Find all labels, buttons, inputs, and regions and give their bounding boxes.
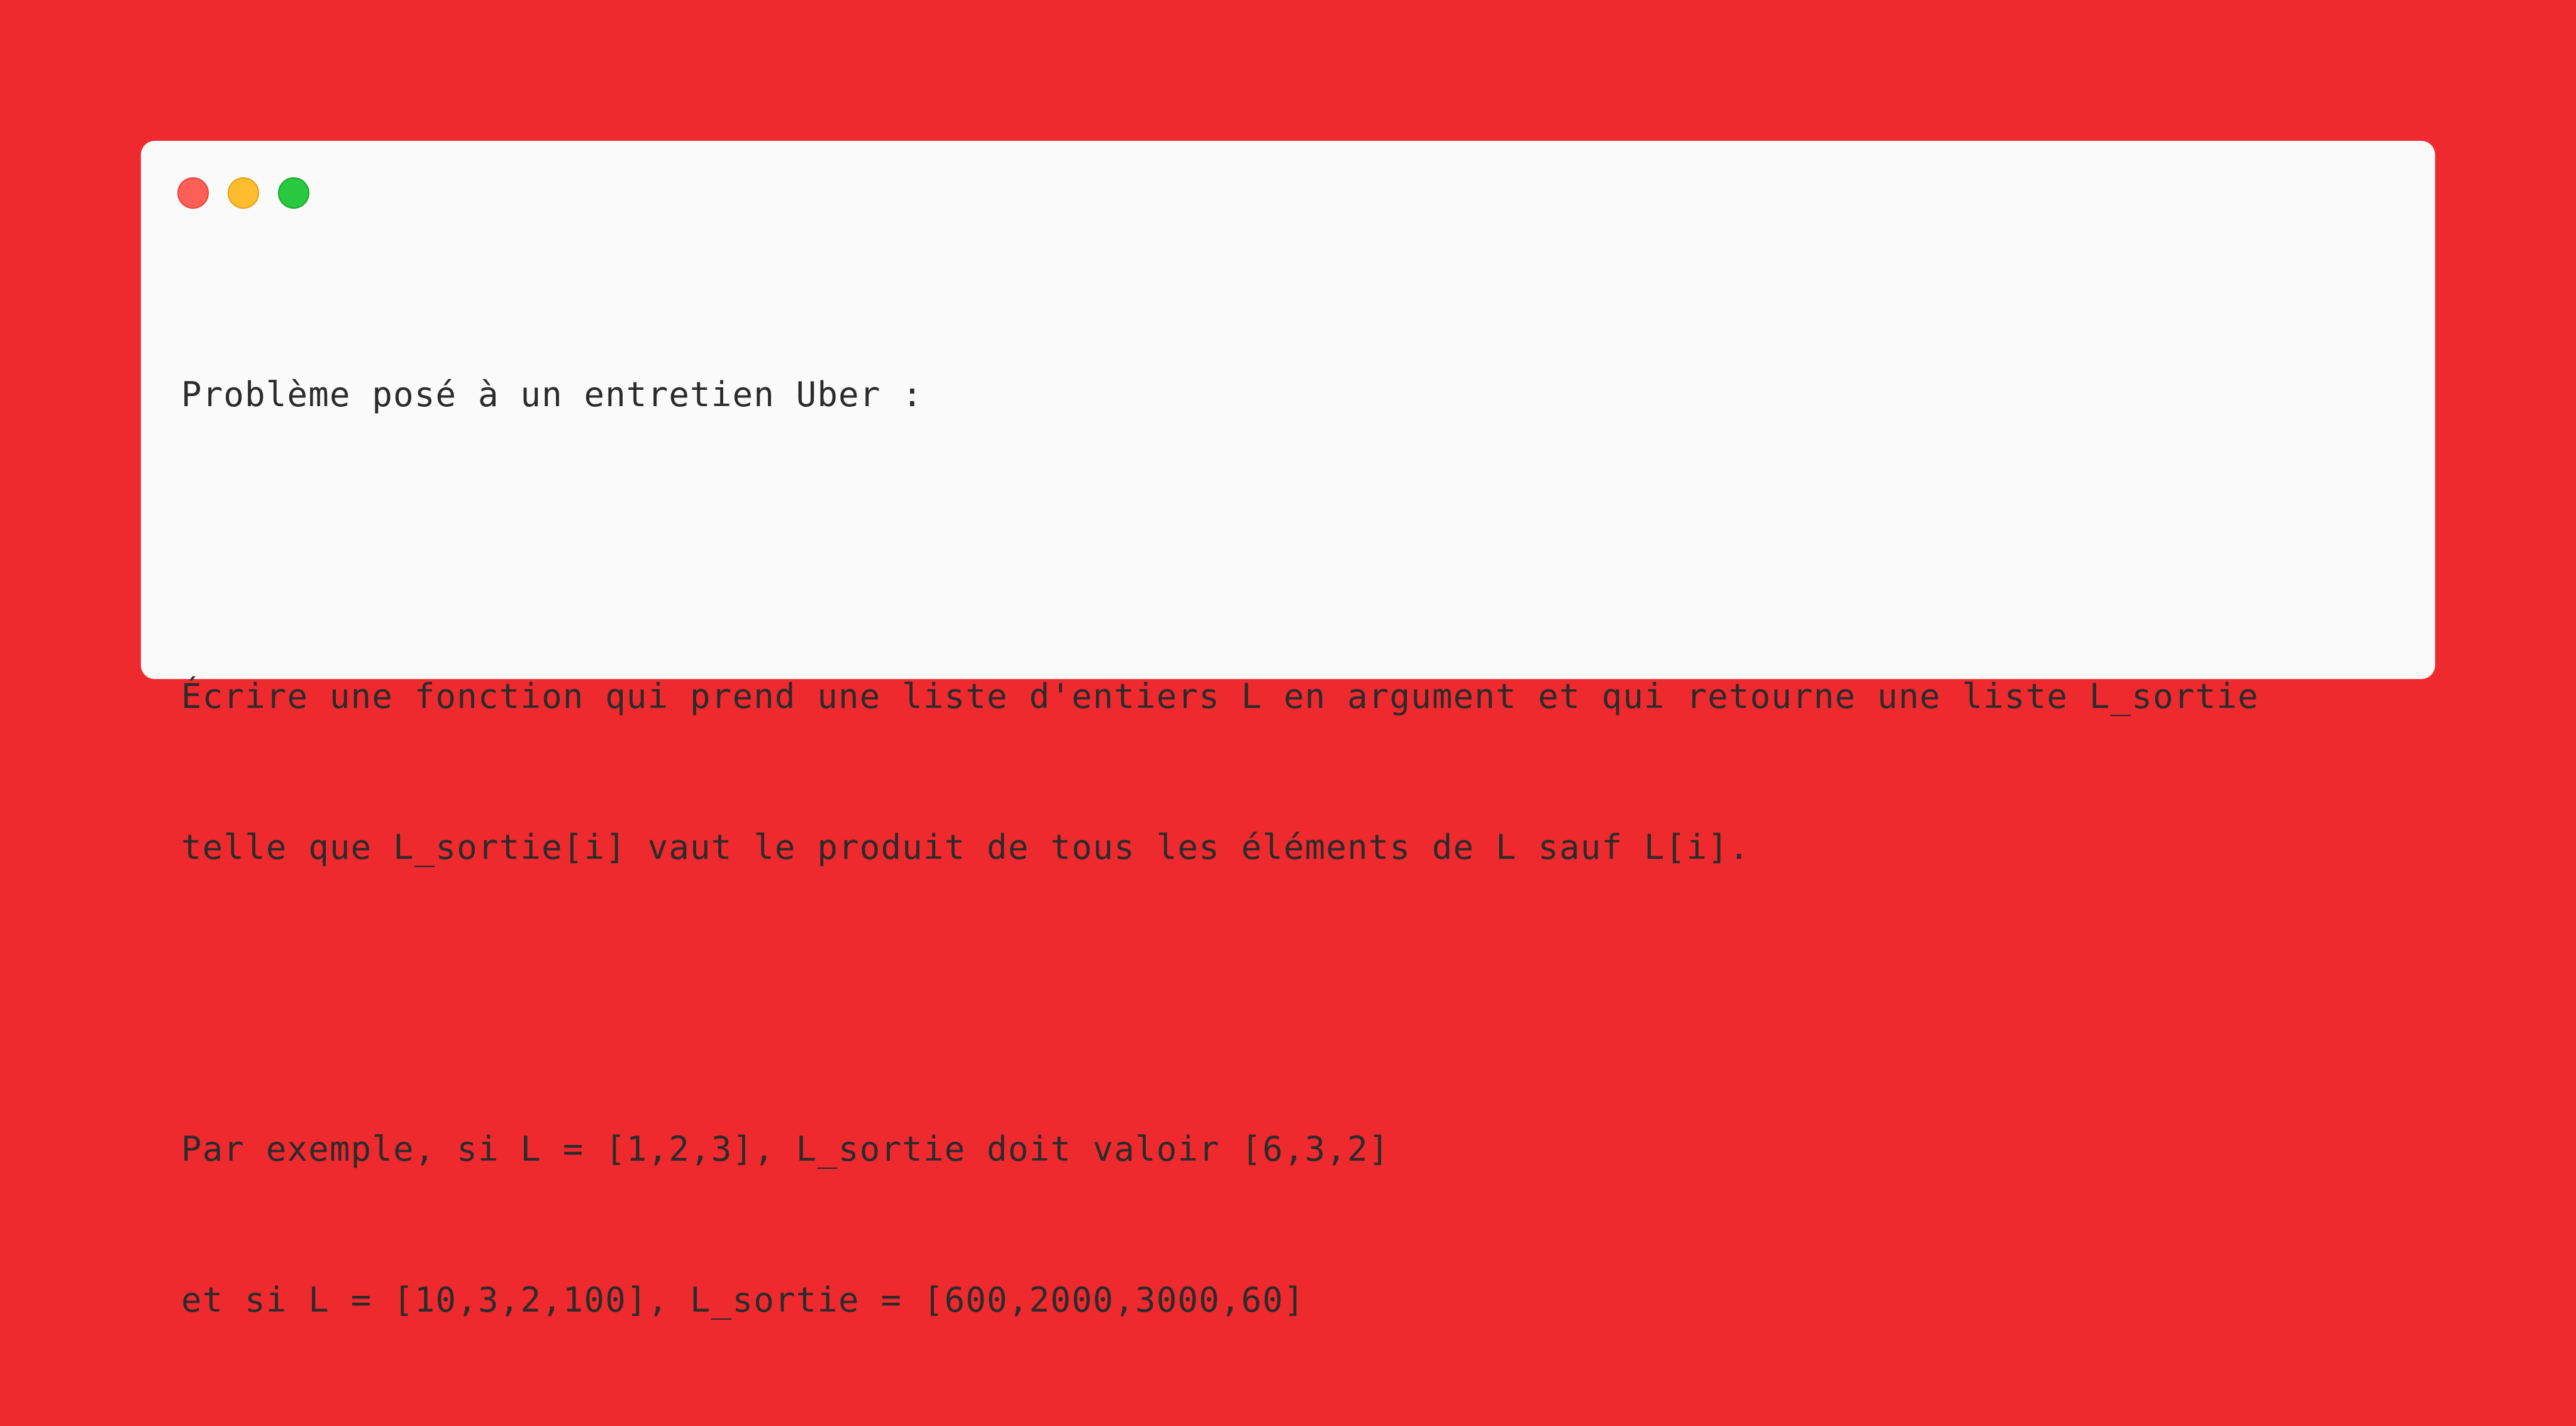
close-icon[interactable] bbox=[177, 177, 209, 209]
zoom-icon[interactable] bbox=[278, 177, 309, 209]
text-line: Écrire une fonction qui prend une liste … bbox=[181, 677, 2259, 716]
text-line: Problème posé à un entretien Uber : bbox=[181, 375, 923, 414]
window-controls bbox=[177, 177, 309, 209]
text-line: telle que L_sortie[i] vaut le produit de… bbox=[181, 827, 1750, 867]
minimize-icon[interactable] bbox=[228, 177, 259, 209]
text-line: et si L = [10,3,2,100], L_sortie = [600,… bbox=[181, 1280, 1305, 1320]
code-window: Problème posé à un entretien Uber : Écri… bbox=[141, 141, 2435, 1320]
code-text: Problème posé à un entretien Uber : Écri… bbox=[181, 269, 2395, 1426]
text-line: Par exemple, si L = [1,2,3], L_sortie do… bbox=[181, 1129, 1390, 1169]
